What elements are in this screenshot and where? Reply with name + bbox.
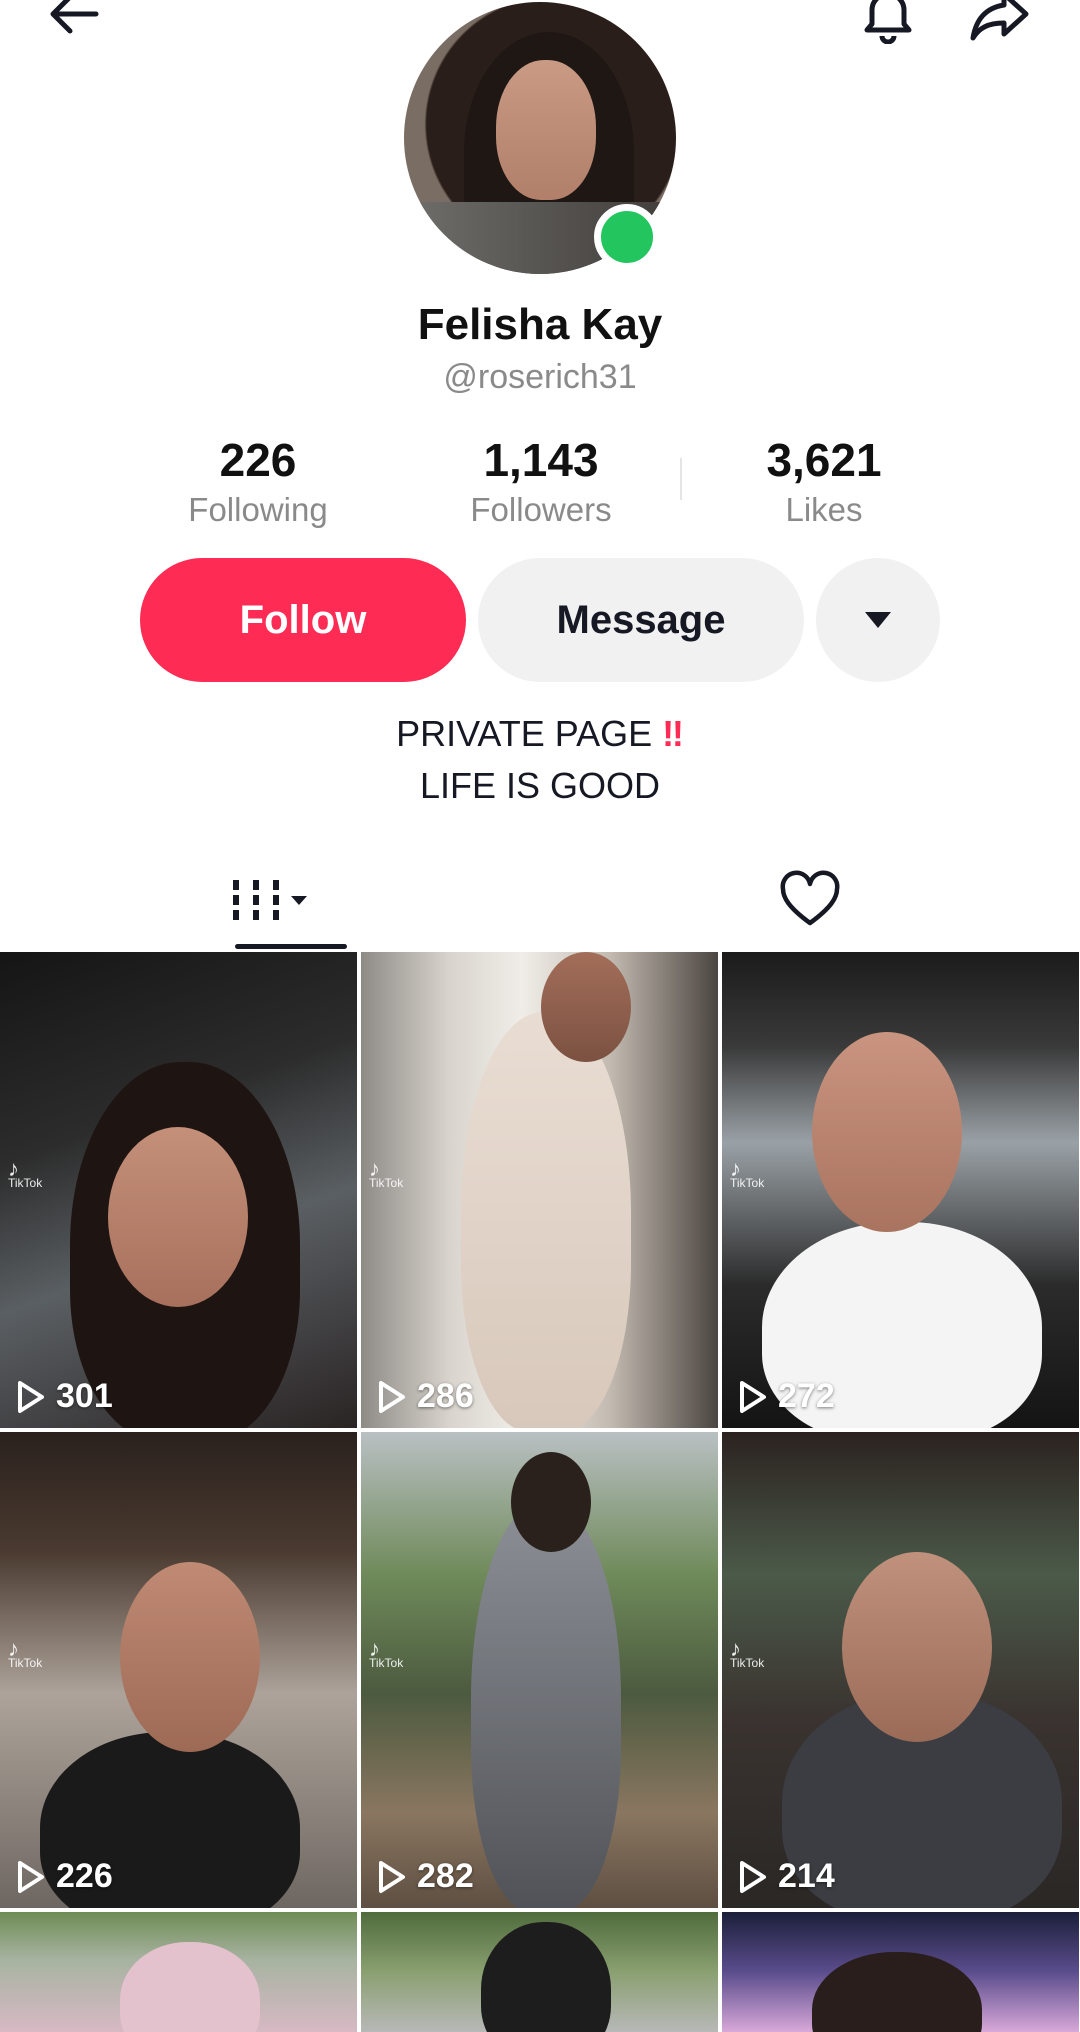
username: @roserich31 — [443, 358, 637, 396]
tiktok-watermark: ♪ TikTok — [369, 1636, 404, 1671]
grid-bars-icon — [233, 880, 307, 920]
video-tile[interactable]: ♪ TikTok 214 — [722, 1432, 1079, 1908]
tiktok-logo-icon: ♪ — [8, 1636, 19, 1661]
notification-bell-icon[interactable] — [852, 0, 924, 50]
video-tile[interactable]: ♪ TikTok 272 — [722, 952, 1079, 1428]
share-arrow-icon[interactable] — [964, 0, 1036, 50]
video-subject-face — [120, 1562, 260, 1752]
caret-down-icon — [865, 612, 891, 628]
video-subject-face — [842, 1552, 992, 1742]
video-tile[interactable] — [722, 1912, 1079, 2032]
watermark-text: TikTok — [8, 1656, 43, 1670]
stat-followers-label: Followers — [470, 491, 612, 528]
tab-videos[interactable] — [0, 850, 540, 950]
watermark-text: TikTok — [369, 1656, 404, 1670]
watermark-text: TikTok — [730, 1176, 765, 1190]
play-count-value: 272 — [778, 1377, 835, 1415]
tiktok-watermark: ♪ TikTok — [8, 1156, 43, 1191]
profile-stats: 226 Following 1,143 Followers 3,621 Like… — [138, 432, 944, 532]
play-count-value: 286 — [417, 1377, 474, 1415]
follow-button[interactable]: Follow — [140, 558, 466, 682]
tab-liked[interactable] — [540, 850, 1080, 950]
stat-likes[interactable]: 3,621 Likes — [704, 432, 944, 532]
message-button[interactable]: Message — [478, 558, 804, 682]
play-count-value: 214 — [778, 1857, 835, 1895]
tiktok-logo-icon: ♪ — [369, 1156, 380, 1181]
video-subject-face — [108, 1127, 248, 1307]
play-count: 286 — [377, 1377, 474, 1416]
double-exclamation-icon: ‼ — [662, 713, 684, 754]
play-icon — [740, 1380, 766, 1413]
stat-following-value: 226 — [219, 434, 297, 486]
online-status-indicator — [594, 204, 660, 270]
avatar-container — [404, 2, 676, 274]
play-count-value: 226 — [56, 1857, 113, 1895]
avatar-face-shape — [496, 60, 596, 200]
video-tile[interactable]: ♪ TikTok 226 — [0, 1432, 357, 1908]
play-count: 282 — [377, 1857, 474, 1896]
stat-likes-value: 3,621 — [766, 434, 882, 486]
video-tile[interactable]: ♪ TikTok 282 — [361, 1432, 718, 1908]
play-count-value: 301 — [56, 1377, 113, 1415]
more-options-button[interactable] — [816, 558, 940, 682]
play-icon — [740, 1860, 766, 1893]
active-tab-indicator — [235, 944, 347, 949]
display-name: Felisha Kay — [417, 300, 663, 349]
watermark-text: TikTok — [730, 1656, 765, 1670]
content-tabs — [0, 850, 1080, 950]
video-tile[interactable]: ♪ TikTok 301 — [0, 952, 357, 1428]
stat-followers[interactable]: 1,143 Followers — [421, 432, 661, 532]
play-count-value: 282 — [417, 1857, 474, 1895]
video-subject-face — [812, 1032, 962, 1232]
play-count: 226 — [16, 1857, 113, 1896]
tiktok-logo-icon: ♪ — [730, 1156, 741, 1181]
bio: PRIVATE PAGE ‼ LIFE IS GOOD — [0, 708, 1080, 812]
profile-page: Felisha Kay @roserich31 226 Following 1,… — [0, 0, 1080, 2032]
play-count: 272 — [738, 1377, 835, 1416]
tiktok-logo-icon: ♪ — [8, 1156, 19, 1181]
stat-divider — [680, 458, 682, 500]
bio-line-1: PRIVATE PAGE ‼ — [0, 708, 1080, 760]
play-icon — [18, 1380, 44, 1413]
video-tile[interactable]: ♪ TikTok 286 — [361, 952, 718, 1428]
back-arrow-icon[interactable] — [38, 0, 110, 50]
play-icon — [379, 1380, 405, 1413]
watermark-text: TikTok — [8, 1176, 43, 1190]
stat-following-label: Following — [188, 491, 328, 528]
tiktok-logo-icon: ♪ — [730, 1636, 741, 1661]
stat-followers-value: 1,143 — [483, 434, 599, 486]
stat-likes-label: Likes — [785, 491, 863, 528]
tiktok-watermark: ♪ TikTok — [730, 1636, 765, 1671]
tiktok-watermark: ♪ TikTok — [8, 1636, 43, 1671]
play-count: 301 — [16, 1377, 113, 1416]
tiktok-watermark: ♪ TikTok — [730, 1156, 765, 1191]
play-icon — [379, 1860, 405, 1893]
bio-line-2: LIFE IS GOOD — [419, 765, 661, 806]
video-subject-face — [511, 1452, 591, 1552]
tiktok-watermark: ♪ TikTok — [369, 1156, 404, 1191]
video-tile[interactable] — [361, 1912, 718, 2032]
video-grid: ♪ TikTok 301 ♪ TikTok 286 ♪ TikTok 272 ♪… — [0, 952, 1080, 2032]
play-icon — [18, 1860, 44, 1893]
stat-following[interactable]: 226 Following — [138, 432, 378, 532]
video-subject-shape — [471, 1502, 621, 1908]
video-tile[interactable] — [0, 1912, 357, 2032]
watermark-text: TikTok — [369, 1176, 404, 1190]
tiktok-logo-icon: ♪ — [369, 1636, 380, 1661]
bio-line-1-text: PRIVATE PAGE — [396, 713, 653, 754]
heart-outline-icon — [780, 870, 840, 926]
video-subject-face — [541, 952, 631, 1062]
play-count: 214 — [738, 1857, 835, 1896]
video-subject-shape — [461, 1012, 631, 1428]
